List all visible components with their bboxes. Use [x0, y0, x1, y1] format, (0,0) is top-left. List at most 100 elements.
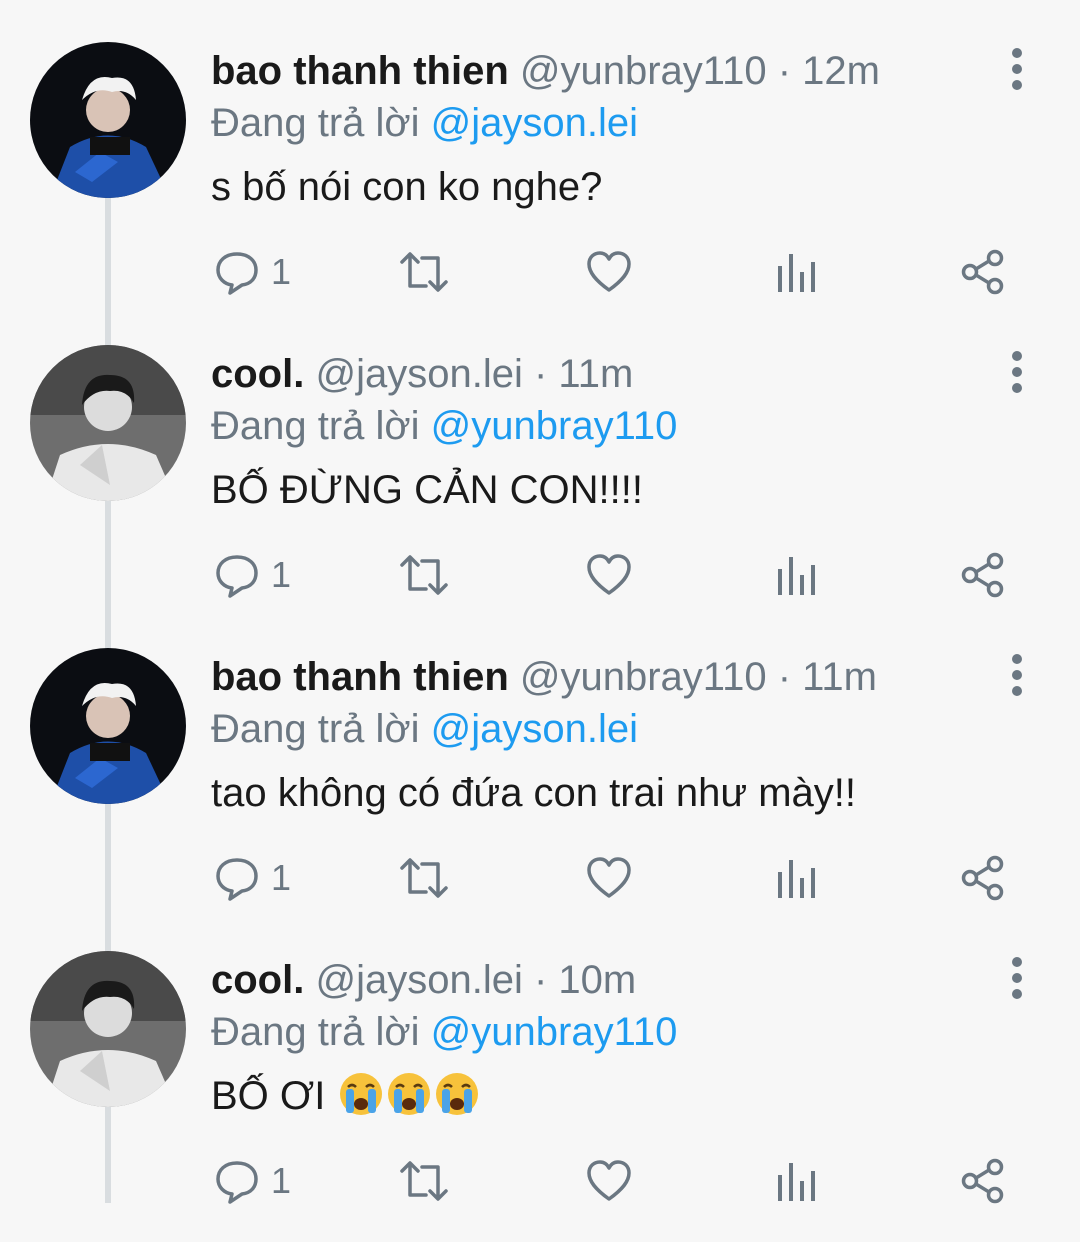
tweet-header: cool. @jayson.lei · 10m [211, 955, 636, 1005]
display-name[interactable]: cool. [211, 352, 304, 396]
action-bar: 1 [0, 242, 1080, 302]
share-button[interactable] [960, 1151, 1006, 1211]
reply-count: 1 [271, 554, 292, 595]
user-handle[interactable]: @jayson.lei [315, 352, 522, 396]
reply-button[interactable]: 1 [213, 545, 291, 605]
analytics-button[interactable] [775, 1151, 819, 1211]
more-options-button[interactable] [1000, 44, 1034, 94]
avatar[interactable] [30, 42, 186, 198]
retweet-icon [400, 858, 448, 898]
more-options-button[interactable] [1000, 953, 1034, 1003]
share-button[interactable] [960, 848, 1006, 908]
tweet-header: cool. @jayson.lei · 11m [211, 349, 633, 399]
retweet-icon [400, 252, 448, 292]
reply-count: 1 [271, 251, 292, 292]
timestamp[interactable]: 11m [802, 655, 877, 699]
tweet-text: BỐ ƠI [211, 1071, 480, 1129]
user-handle[interactable]: @jayson.lei [315, 958, 522, 1002]
separator-dot: · [777, 49, 792, 93]
more-vertical-icon [1012, 654, 1022, 696]
tweet[interactable]: bao thanh thien @yunbray110 · 11m Đang t… [0, 636, 1080, 939]
user-handle[interactable]: @yunbray110 [520, 655, 767, 699]
share-icon [961, 1158, 1004, 1204]
replying-to-mention[interactable]: @yunbray110 [431, 1010, 678, 1054]
retweet-button[interactable] [398, 1151, 450, 1211]
tweet[interactable]: cool. @jayson.lei · 10m Đang trả lời @yu… [0, 939, 1080, 1242]
reply-icon [216, 555, 258, 598]
tweet[interactable]: bao thanh thien @yunbray110 · 12m Đang t… [0, 30, 1080, 333]
share-button[interactable] [960, 242, 1006, 302]
analytics-icon [778, 1163, 815, 1201]
display-name[interactable]: cool. [211, 958, 304, 1002]
crying-face-emoji [386, 1071, 432, 1129]
tweet-text-content: BỐ ƠI [211, 1074, 326, 1118]
reply-count: 1 [271, 857, 292, 898]
replying-to-label: Đang trả lời [211, 404, 420, 448]
replying-to-label: Đang trả lời [211, 101, 420, 145]
more-options-button[interactable] [1000, 347, 1034, 397]
more-options-button[interactable] [1000, 650, 1034, 700]
analytics-button[interactable] [775, 848, 819, 908]
retweet-button[interactable] [398, 848, 450, 908]
action-bar: 1 [0, 848, 1080, 908]
reply-button[interactable]: 1 [213, 1151, 291, 1211]
analytics-icon [778, 254, 815, 292]
timestamp[interactable]: 10m [558, 958, 636, 1002]
replying-to-line: Đang trả lời @yunbray110 [211, 401, 677, 451]
analytics-icon [778, 557, 815, 595]
retweet-button[interactable] [398, 545, 450, 605]
share-icon [961, 249, 1004, 295]
replying-to-line: Đang trả lời @jayson.lei [211, 98, 638, 148]
reply-button[interactable]: 1 [213, 242, 291, 302]
more-vertical-icon [1012, 48, 1022, 90]
reply-button[interactable]: 1 [213, 848, 291, 908]
replying-to-mention[interactable]: @yunbray110 [431, 404, 678, 448]
like-button[interactable] [585, 545, 633, 605]
tweet-header: bao thanh thien @yunbray110 · 12m [211, 46, 880, 96]
display-name[interactable]: bao thanh thien [211, 49, 509, 93]
reply-icon [216, 858, 258, 901]
analytics-button[interactable] [775, 242, 819, 302]
separator-dot: · [533, 958, 548, 1002]
timestamp[interactable]: 12m [802, 49, 880, 93]
like-button[interactable] [585, 1151, 633, 1211]
reply-icon [216, 252, 258, 295]
reply-icon [216, 1161, 258, 1204]
crying-face-emoji [434, 1071, 480, 1129]
share-icon [961, 855, 1004, 901]
replying-to-label: Đang trả lời [211, 707, 420, 751]
like-button[interactable] [585, 848, 633, 908]
timestamp[interactable]: 11m [558, 352, 633, 396]
analytics-button[interactable] [775, 545, 819, 605]
avatar[interactable] [30, 648, 186, 804]
retweet-icon [400, 1161, 448, 1201]
more-vertical-icon [1012, 957, 1022, 999]
heart-icon [587, 1160, 631, 1201]
tweet-header: bao thanh thien @yunbray110 · 11m [211, 652, 877, 702]
replying-to-label: Đang trả lời [211, 1010, 420, 1054]
display-name[interactable]: bao thanh thien [211, 655, 509, 699]
heart-icon [587, 857, 631, 898]
share-icon [961, 552, 1004, 598]
heart-icon [587, 251, 631, 292]
action-bar: 1 [0, 545, 1080, 605]
action-bar: 1 [0, 1151, 1080, 1211]
tweet-text: s bố nói con ko nghe? [211, 165, 603, 209]
retweet-button[interactable] [398, 242, 450, 302]
avatar[interactable] [30, 951, 186, 1107]
replying-to-line: Đang trả lời @jayson.lei [211, 704, 638, 754]
separator-dot: · [533, 352, 548, 396]
avatar[interactable] [30, 345, 186, 501]
tweet[interactable]: cool. @jayson.lei · 11m Đang trả lời @yu… [0, 333, 1080, 636]
replying-to-mention[interactable]: @jayson.lei [431, 101, 638, 145]
like-button[interactable] [585, 242, 633, 302]
heart-icon [587, 554, 631, 595]
more-vertical-icon [1012, 351, 1022, 393]
replying-to-mention[interactable]: @jayson.lei [431, 707, 638, 751]
tweet-text: BỐ ĐỪNG CẢN CON!!!! [211, 468, 643, 512]
analytics-icon [778, 860, 815, 898]
user-handle[interactable]: @yunbray110 [520, 49, 767, 93]
replying-to-line: Đang trả lời @yunbray110 [211, 1007, 677, 1057]
tweet-text: tao không có đứa con trai như mày!! [211, 771, 857, 815]
share-button[interactable] [960, 545, 1006, 605]
